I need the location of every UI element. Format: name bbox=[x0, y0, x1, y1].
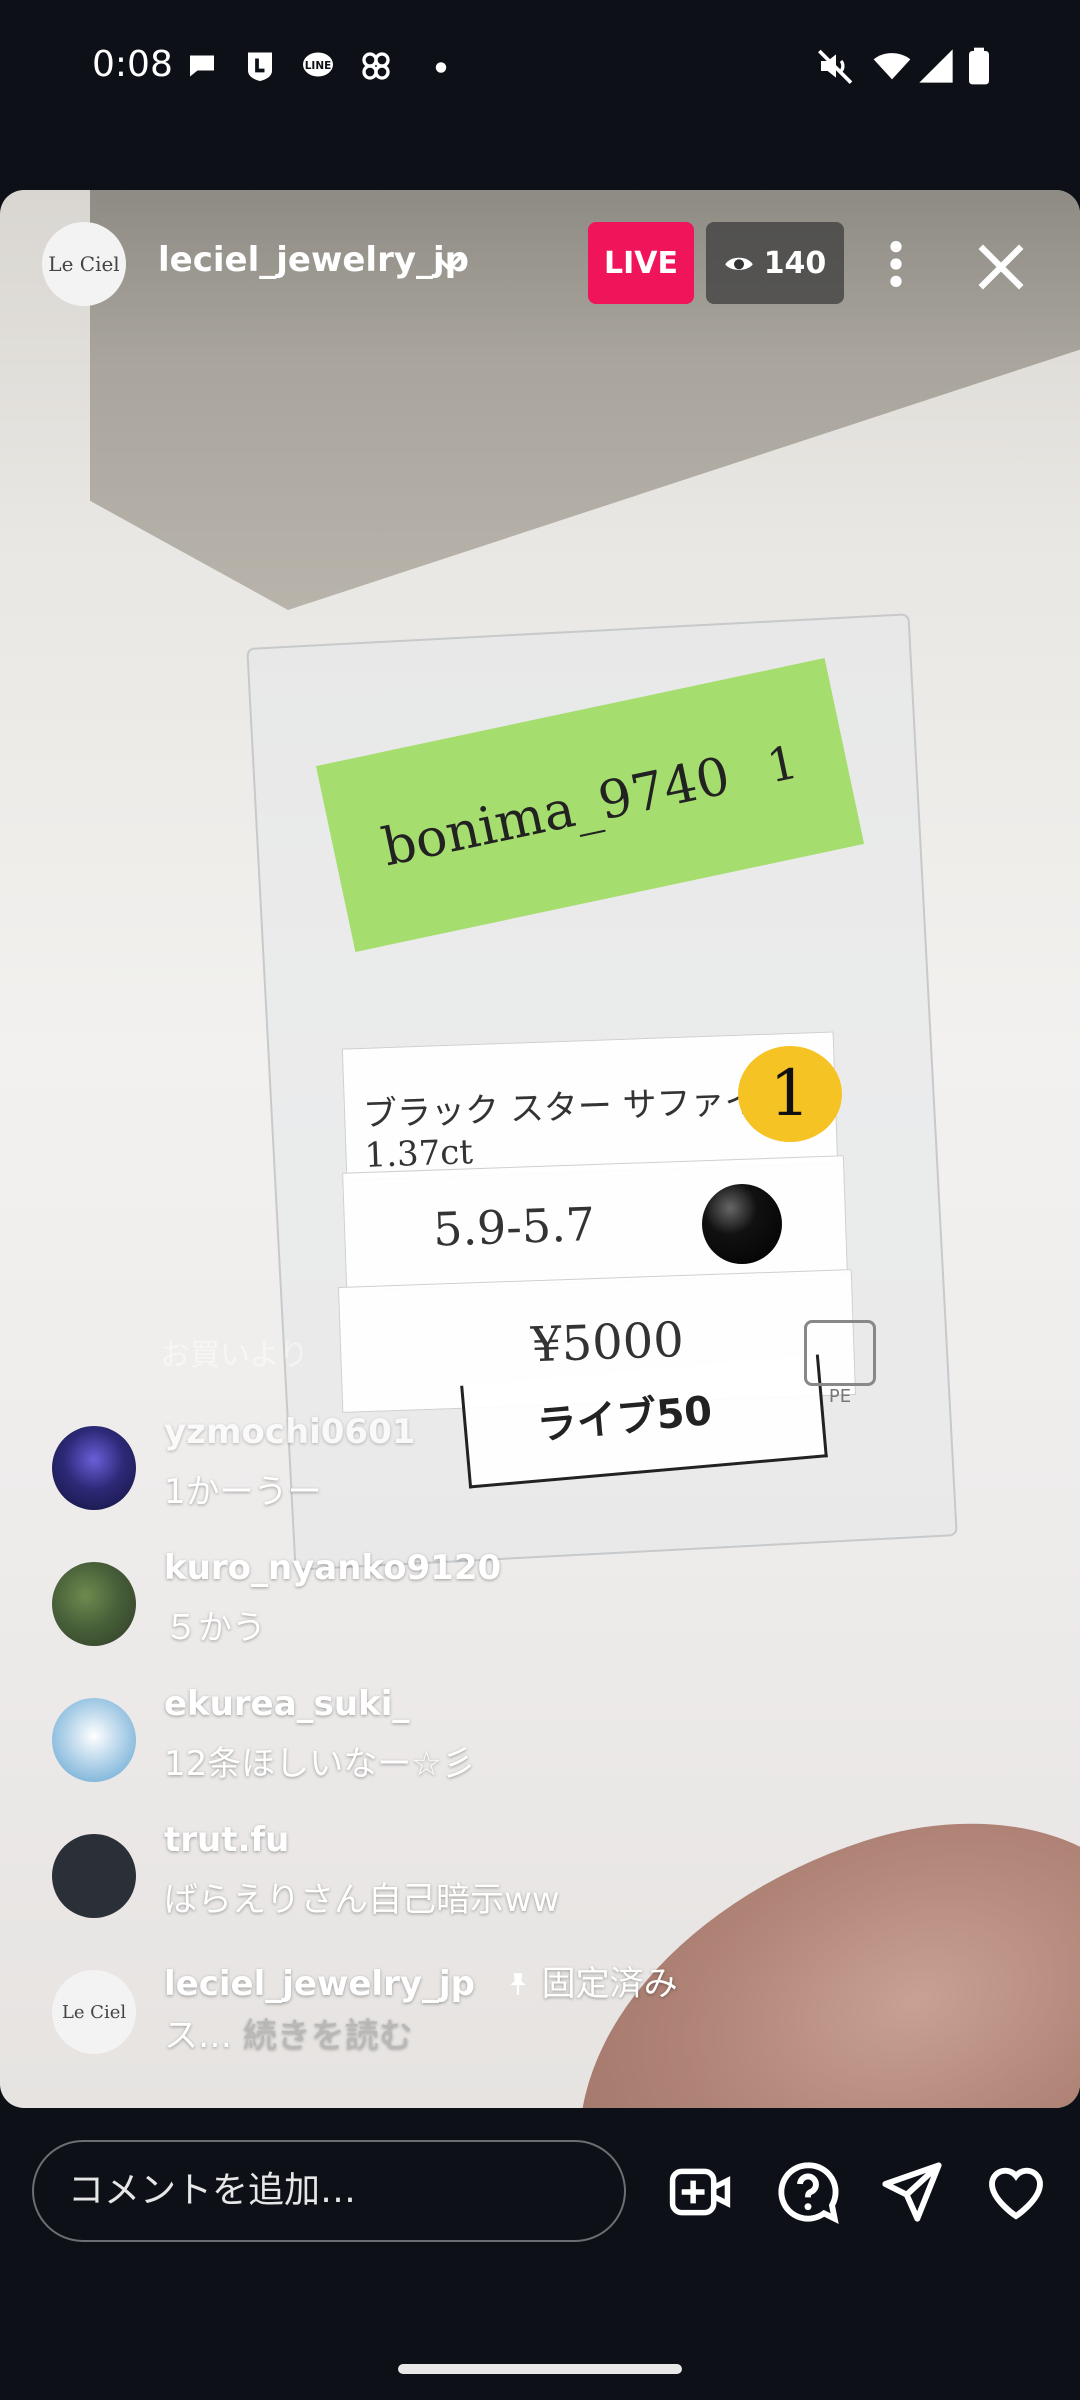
comment-text: 12条ほしいなー☆彡 bbox=[164, 1744, 476, 1784]
dark-avatar[interactable] bbox=[52, 1834, 136, 1918]
viewer-count: 140 bbox=[763, 245, 827, 281]
line-app-icon: LINE bbox=[303, 52, 333, 77]
card-row3-text: ¥5000 bbox=[530, 1311, 685, 1374]
heart-icon[interactable] bbox=[984, 2160, 1048, 2224]
signal-icon bbox=[919, 49, 953, 83]
pinned-label: 固定済み bbox=[541, 1964, 678, 2004]
comment-input[interactable]: コメントを追加… bbox=[32, 2140, 626, 2242]
pinwheel-icon bbox=[362, 52, 390, 80]
comment-text: ５かう bbox=[164, 1608, 266, 1648]
comment-username[interactable]: trut.fu bbox=[164, 1820, 289, 1860]
home-indicator[interactable] bbox=[398, 2364, 682, 2374]
leciel-avatar[interactable]: Le Ciel bbox=[52, 1970, 136, 2054]
comment-text: ばらえりさん自己暗示ww bbox=[164, 1880, 560, 1920]
wifi-icon bbox=[873, 53, 911, 80]
eye-icon bbox=[724, 257, 753, 270]
recycle-mark-text: PE bbox=[828, 1386, 852, 1407]
viewer-count-badge[interactable]: 140 bbox=[706, 222, 844, 304]
card-row2-text: 5.9-5.7 bbox=[432, 1197, 596, 1257]
question-icon[interactable] bbox=[776, 2160, 840, 2224]
sticky-mark: 1 bbox=[762, 734, 803, 794]
night-lights-avatar[interactable] bbox=[52, 1426, 136, 1510]
mute-icon bbox=[818, 49, 853, 84]
recycle-mark: PE bbox=[800, 1320, 880, 1412]
sticky-text: bonima_9740 bbox=[377, 746, 736, 879]
black-star-sapphire bbox=[702, 1184, 782, 1264]
battery-icon bbox=[969, 47, 989, 85]
host-avatar[interactable]: Le Ciel bbox=[42, 222, 126, 306]
close-icon[interactable] bbox=[974, 240, 1028, 294]
comment-text: ス… 続きを読む bbox=[164, 2008, 413, 2057]
pinned-comment[interactable]: Le Ciel leciel_jewelry_jp 固定済み ス… 続きを読む bbox=[52, 1956, 1012, 2076]
comment-username[interactable]: leciel_jewelry_jp 固定済み bbox=[164, 1956, 678, 2005]
garden-avatar[interactable] bbox=[52, 1562, 136, 1646]
chevron-down-icon[interactable] bbox=[432, 246, 466, 280]
comment-username[interactable]: yzmochi0601 bbox=[164, 1412, 415, 1452]
share-icon[interactable] bbox=[880, 2160, 944, 2224]
yellow-sticker: 1 bbox=[738, 1046, 842, 1142]
l-app-icon bbox=[248, 52, 272, 81]
bottom-bar: コメントを追加… bbox=[0, 2108, 1080, 2278]
live-badge: LIVE bbox=[588, 222, 694, 304]
chat-bubble-icon bbox=[190, 55, 214, 77]
comment-item[interactable]: kuro_nyanko9120 ５かう bbox=[52, 1548, 1012, 1668]
comment-text: 1かーうー bbox=[164, 1472, 322, 1512]
dolphins-avatar[interactable] bbox=[52, 1698, 136, 1782]
host-username[interactable]: leciel_jewelry_jp bbox=[158, 240, 469, 280]
pin-icon bbox=[510, 1973, 526, 1995]
live-header: Le Ciel leciel_jewelry_jp LIVE 140 bbox=[0, 218, 1080, 308]
dot-icon bbox=[435, 62, 447, 73]
pinned-text-start: ス… bbox=[164, 2016, 232, 2056]
svg-text:LINE: LINE bbox=[305, 60, 332, 72]
comment-item[interactable]: ekurea_suki_ 12条ほしいなー☆彡 bbox=[52, 1684, 1012, 1804]
read-more-link[interactable]: 続きを読む bbox=[243, 2016, 413, 2056]
comment-username[interactable]: ekurea_suki_ bbox=[164, 1684, 409, 1724]
faded-comment: お買いより bbox=[160, 1338, 309, 1373]
comment-item[interactable]: trut.fu ばらえりさん自己暗示ww bbox=[52, 1820, 1012, 1940]
more-options-icon[interactable] bbox=[878, 238, 914, 290]
comment-username[interactable]: kuro_nyanko9120 bbox=[164, 1548, 501, 1588]
add-video-icon[interactable] bbox=[668, 2160, 732, 2224]
leciel-avatar-text: Le Ciel bbox=[61, 2001, 127, 2023]
status-time: 0:08 bbox=[92, 44, 173, 85]
pin-indicator: 固定済み bbox=[505, 1964, 678, 2004]
comment-item[interactable]: yzmochi0601 1かーうー bbox=[52, 1412, 1012, 1532]
status-bar: 0:08 LINE bbox=[0, 0, 1080, 135]
pinned-username[interactable]: leciel_jewelry_jp bbox=[164, 1964, 475, 2004]
